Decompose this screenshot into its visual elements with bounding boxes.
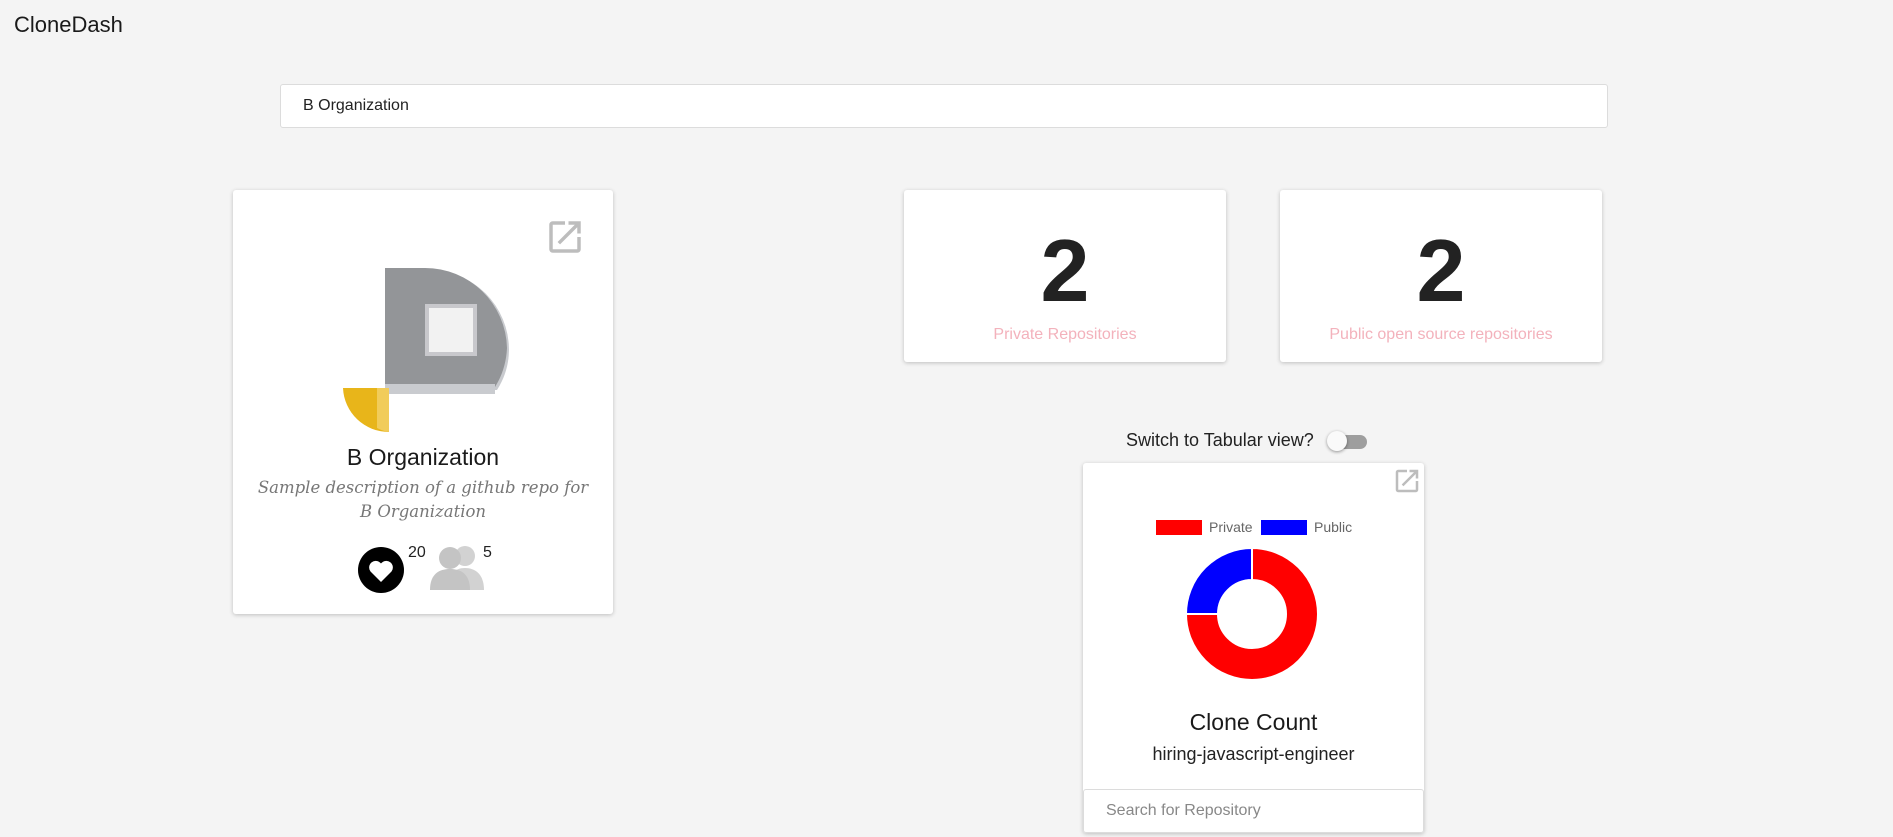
heart-icon[interactable] bbox=[357, 546, 405, 594]
donut-slice-public[interactable] bbox=[1185, 547, 1253, 615]
organization-logo bbox=[343, 268, 509, 432]
legend-swatch-private bbox=[1156, 519, 1202, 535]
public-repos-card: 2 Public open source repositories bbox=[1280, 190, 1602, 362]
external-link-icon[interactable] bbox=[1392, 466, 1422, 496]
legend-swatch-public bbox=[1261, 519, 1307, 535]
repository-search-input[interactable] bbox=[1083, 789, 1424, 833]
legend-item-public[interactable]: Public bbox=[1261, 519, 1352, 535]
public-repos-count: 2 bbox=[1416, 221, 1466, 320]
public-repos-label: Public open source repositories bbox=[1329, 326, 1553, 343]
tabular-view-label: Switch to Tabular view? bbox=[1126, 430, 1314, 450]
clone-count-card: Private Public Clone Count hiring-javasc… bbox=[1083, 463, 1424, 833]
app-title: CloneDash bbox=[14, 12, 123, 37]
organization-name: B Organization bbox=[346, 444, 500, 470]
organization-card: B Organization Sample description of a g… bbox=[233, 190, 613, 614]
private-repos-card: 2 Private Repositories bbox=[904, 190, 1226, 362]
clone-count-title: Clone Count bbox=[1189, 709, 1318, 735]
tabular-view-toggle[interactable] bbox=[1327, 431, 1367, 451]
likes-count: 20 bbox=[408, 544, 426, 561]
legend-label-public: Public bbox=[1314, 519, 1353, 535]
legend-item-private[interactable]: Private bbox=[1156, 519, 1253, 535]
clone-count-donut-chart bbox=[1185, 547, 1319, 681]
people-icon bbox=[430, 546, 484, 590]
private-repos-label: Private Repositories bbox=[993, 326, 1137, 343]
toggle-knob[interactable] bbox=[1327, 431, 1347, 451]
organization-search-input[interactable] bbox=[280, 84, 1608, 128]
organization-description: Sample description of a github repo for … bbox=[257, 478, 589, 521]
members-count: 5 bbox=[483, 544, 492, 561]
private-repos-count: 2 bbox=[1040, 221, 1090, 320]
repository-name: hiring-javascript-engineer bbox=[1152, 744, 1355, 764]
legend-label-private: Private bbox=[1209, 519, 1253, 535]
external-link-icon[interactable] bbox=[544, 216, 586, 258]
